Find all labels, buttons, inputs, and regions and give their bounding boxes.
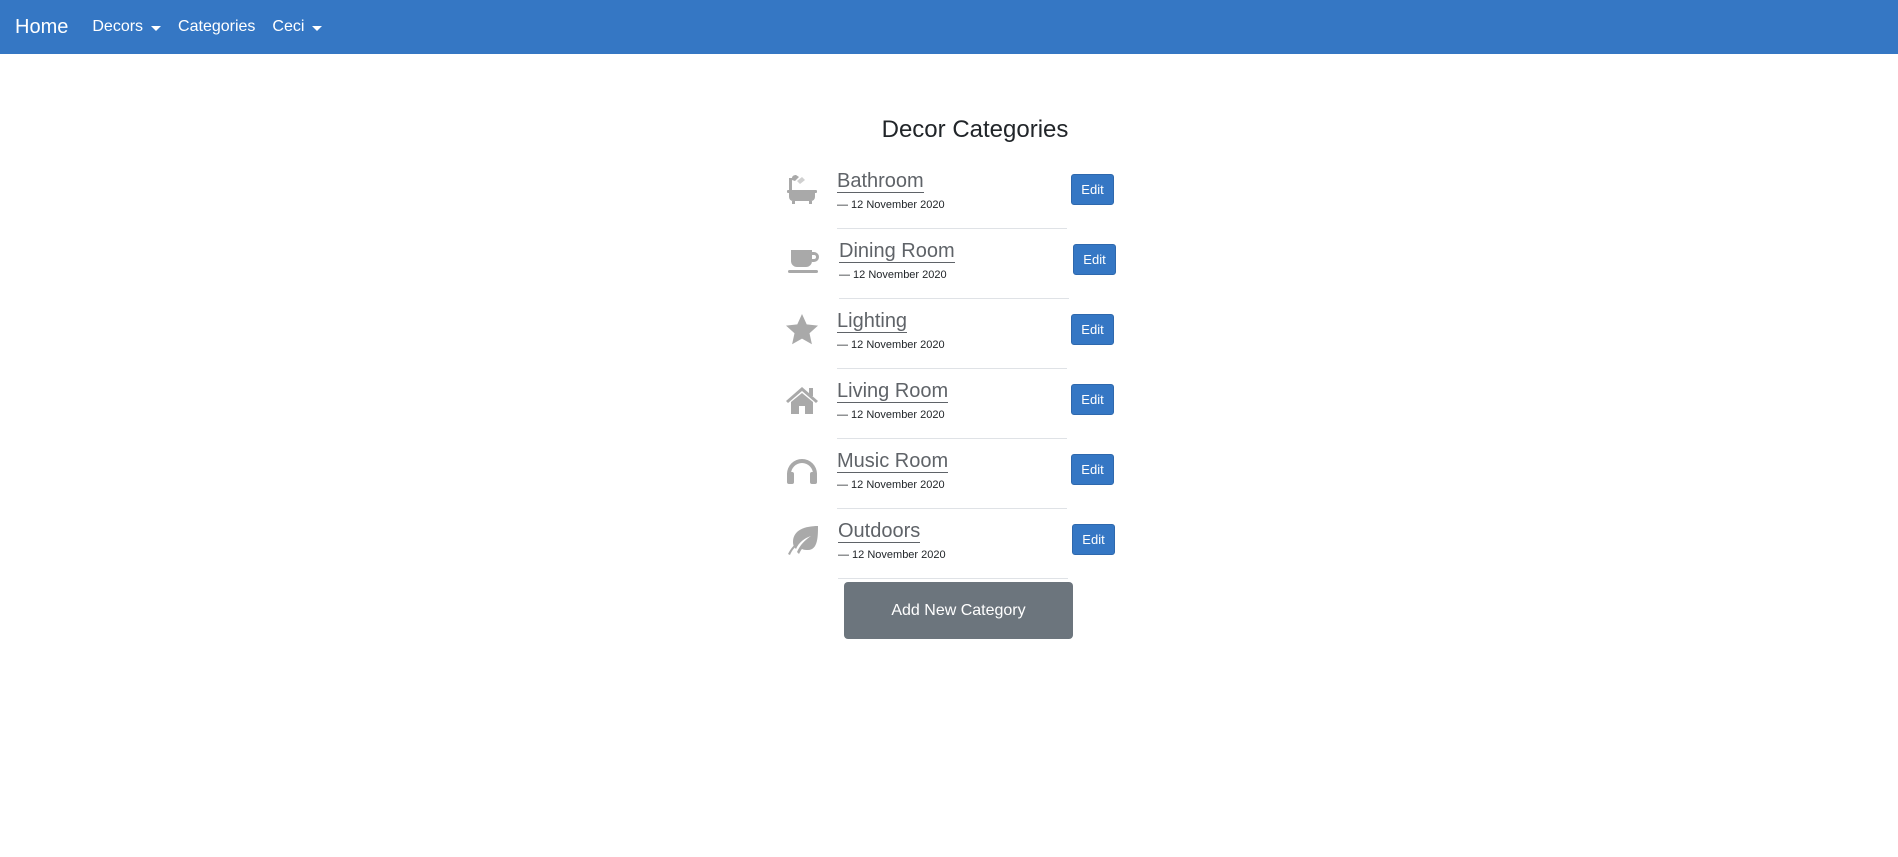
home-icon xyxy=(784,382,820,418)
page-title: Decor Categories xyxy=(881,116,1069,143)
category-info: Living Room — 12 November 2020 xyxy=(837,380,1067,439)
category-item-dining-room: Dining Room — 12 November 2020 Edit xyxy=(786,234,1126,304)
bath-icon xyxy=(784,172,820,208)
category-date: — 12 November 2020 xyxy=(837,199,945,211)
category-link[interactable]: Music Room xyxy=(837,450,949,473)
category-info: Lighting — 12 November 2020 xyxy=(837,310,1067,369)
category-link[interactable]: Living Room xyxy=(837,380,949,403)
category-date: — 12 November 2020 xyxy=(837,479,945,491)
coffee-cup-icon xyxy=(786,242,822,278)
category-link[interactable]: Bathroom xyxy=(837,170,924,193)
nav-user-label: Ceci xyxy=(272,18,305,35)
nav-decors-dropdown[interactable]: Decors xyxy=(92,18,162,36)
nav-categories-link[interactable]: Categories xyxy=(178,18,255,36)
add-new-category-button[interactable]: Add New Category xyxy=(844,582,1073,639)
headphones-icon xyxy=(784,452,820,488)
category-info: Outdoors — 12 November 2020 xyxy=(838,520,1068,579)
star-icon xyxy=(784,312,820,348)
edit-button[interactable]: Edit xyxy=(1071,174,1114,205)
nav-decors-label: Decors xyxy=(92,18,144,35)
category-info: Bathroom — 12 November 2020 xyxy=(837,170,1067,229)
category-info: Dining Room — 12 November 2020 xyxy=(839,240,1069,299)
category-item-bathroom: Bathroom — 12 November 2020 Edit xyxy=(784,164,1124,234)
category-item-lighting: Lighting — 12 November 2020 Edit xyxy=(784,304,1124,374)
category-link[interactable]: Lighting xyxy=(837,310,908,333)
category-date: — 12 November 2020 xyxy=(837,339,945,351)
category-item-music-room: Music Room — 12 November 2020 Edit xyxy=(784,444,1124,514)
nav-user-dropdown[interactable]: Ceci xyxy=(272,18,323,36)
category-date: — 12 November 2020 xyxy=(837,409,945,421)
category-date: — 12 November 2020 xyxy=(839,269,947,281)
edit-button[interactable]: Edit xyxy=(1071,454,1114,485)
category-date: — 12 November 2020 xyxy=(838,549,946,561)
edit-button[interactable]: Edit xyxy=(1071,314,1114,345)
leaf-icon xyxy=(785,522,821,558)
category-item-outdoors: Outdoors — 12 November 2020 Edit xyxy=(785,514,1125,584)
category-link[interactable]: Dining Room xyxy=(839,240,955,263)
category-link[interactable]: Outdoors xyxy=(838,520,921,543)
edit-button[interactable]: Edit xyxy=(1073,244,1116,275)
edit-button[interactable]: Edit xyxy=(1071,384,1114,415)
home-link[interactable]: Home xyxy=(15,16,68,39)
navbar: Home Decors Categories Ceci xyxy=(0,0,1898,54)
category-list: Bathroom — 12 November 2020 Edit Dining … xyxy=(784,164,1124,584)
category-info: Music Room — 12 November 2020 xyxy=(837,450,1067,509)
edit-button[interactable]: Edit xyxy=(1072,524,1115,555)
caret-down-icon xyxy=(151,25,162,31)
category-item-living-room: Living Room — 12 November 2020 Edit xyxy=(784,374,1124,444)
caret-down-icon xyxy=(312,25,323,31)
